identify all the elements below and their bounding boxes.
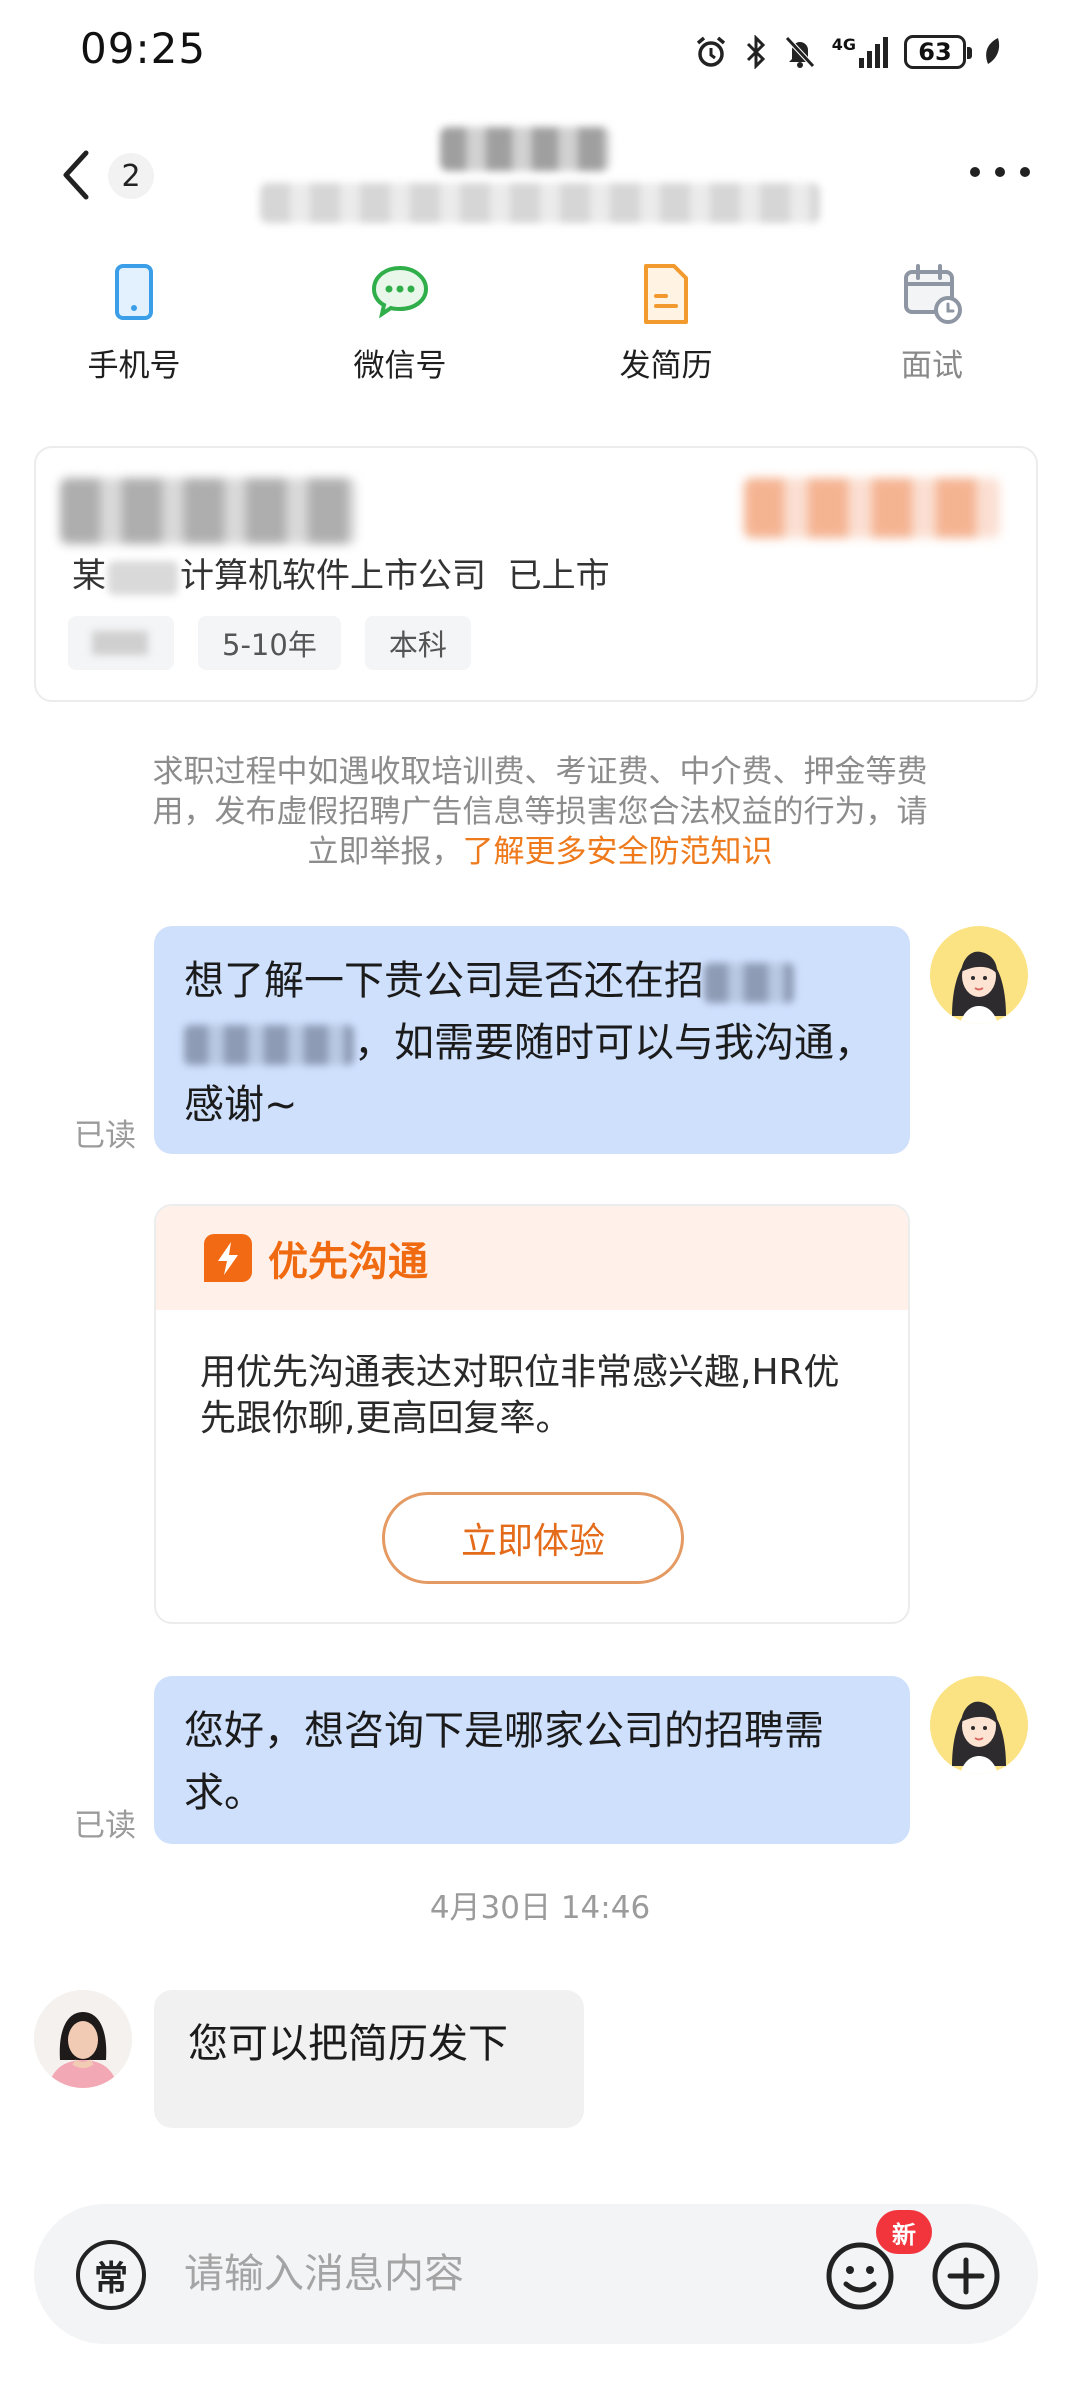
plus-button[interactable] <box>930 2240 1002 2312</box>
send-resume-label: 发简历 <box>619 348 713 384</box>
mute-icon <box>784 36 815 68</box>
job-title-redacted <box>60 478 356 544</box>
calendar-clock-icon <box>904 264 962 324</box>
contact-actions: 手机号 微信号 发简历 面试 <box>0 262 1080 392</box>
education-tag: 本科 <box>364 616 471 670</box>
battery-icon: 63 <box>904 35 972 69</box>
priority-chat-card: 优先沟通 用优先沟通表达对职位非常感兴趣,HR优先跟你聊,更高回复率。 立即体验 <box>154 1204 910 1624</box>
read-status-2: 已读 <box>74 1808 136 1844</box>
phone-number-action[interactable]: 手机号 <box>44 262 224 385</box>
read-status: 已读 <box>74 1118 136 1154</box>
listing-status: 已上市 <box>507 556 610 596</box>
emoji-button[interactable] <box>824 2240 896 2312</box>
message-bubble-sent[interactable]: 想了解一下贵公司是否还在招 ，如需要随时可以与我沟通，感谢~ <box>154 926 910 1154</box>
status-time: 09:25 <box>80 24 207 73</box>
send-resume-action[interactable]: 发简历 <box>576 262 756 385</box>
new-badge: 新 <box>876 2210 932 2254</box>
job-title-redacted-inline-2 <box>184 1025 354 1065</box>
bluetooth-icon <box>746 35 765 69</box>
message-input[interactable] <box>184 2244 684 2304</box>
phone-number-label: 手机号 <box>87 348 181 384</box>
job-info-card[interactable]: 某 计算机软件上市公司 已上市 5-10年 本科 <box>34 446 1038 702</box>
safety-notice: 求职过程中如遇收取培训费、考证费、中介费、押金等费用，发布虚假招聘广告信息等损害… <box>150 752 930 872</box>
message-input-bar: 常 新 <box>34 2204 1038 2344</box>
leaf-icon <box>986 38 1000 64</box>
message-bubble-received[interactable]: 您可以把简历发下 <box>154 1990 584 2128</box>
company-type: 计算机软件上市公司 <box>180 556 486 596</box>
contact-subtitle-redacted <box>260 183 820 223</box>
message-bubble-sent-2[interactable]: 您好，想咨询下是哪家公司的招聘需求。 <box>154 1676 910 1844</box>
resume-document-icon <box>644 264 688 324</box>
user-avatar-illustration <box>952 1701 1006 1774</box>
my-avatar-2[interactable] <box>930 1676 1028 1774</box>
company-prefix: 某 <box>72 556 106 596</box>
lightning-icon <box>204 1234 252 1282</box>
network-label: 4G <box>831 34 856 54</box>
safety-knowledge-link[interactable]: 了解更多安全防范知识 <box>463 834 773 870</box>
message-text-part1: 想了解一下贵公司是否还在招 <box>184 958 704 1004</box>
hr-avatar[interactable] <box>34 1990 132 2088</box>
frequent-phrases-button[interactable]: 常 <box>76 2240 146 2310</box>
chat-header: 2 <box>0 105 1080 245</box>
unread-count-badge: 2 <box>108 153 154 199</box>
company-name-redacted <box>108 560 178 595</box>
job-salary-redacted <box>744 478 1000 538</box>
status-bar: 09:25 4G 63 <box>0 0 1080 105</box>
job-tags: 5-10年 本科 <box>68 616 471 670</box>
my-avatar[interactable] <box>930 926 1028 1024</box>
experience-tag: 5-10年 <box>198 616 341 670</box>
user-avatar-illustration <box>952 951 1006 1024</box>
contact-name-redacted <box>440 127 610 171</box>
wechat-label: 微信号 <box>353 348 447 384</box>
location-tag-redacted <box>68 616 174 670</box>
phone-icon <box>115 264 153 320</box>
alarm-icon <box>696 36 725 67</box>
chat-timestamp: 4月30日 14:46 <box>429 1890 651 1926</box>
priority-title: 优先沟通 <box>268 1239 428 1285</box>
back-button[interactable] <box>56 145 106 205</box>
job-title-redacted-inline <box>704 963 794 1003</box>
chevron-left-icon <box>63 150 89 200</box>
wechat-chat-icon <box>371 265 429 319</box>
hr-avatar-photo <box>34 1990 132 2088</box>
signal-icon: 4G <box>831 34 888 68</box>
more-options-button[interactable] <box>970 157 1030 187</box>
wechat-action[interactable]: 微信号 <box>310 262 490 385</box>
status-icons: 4G 63 <box>694 30 1002 74</box>
priority-card-header: 优先沟通 <box>156 1206 908 1310</box>
company-info: 某 计算机软件上市公司 已上市 <box>72 548 610 597</box>
try-now-button[interactable]: 立即体验 <box>382 1492 684 1584</box>
interview-action[interactable]: 面试 <box>842 262 1022 385</box>
interview-label: 面试 <box>901 348 963 384</box>
priority-description: 用优先沟通表达对职位非常感兴趣,HR优先跟你聊,更高回复率。 <box>200 1352 840 1439</box>
